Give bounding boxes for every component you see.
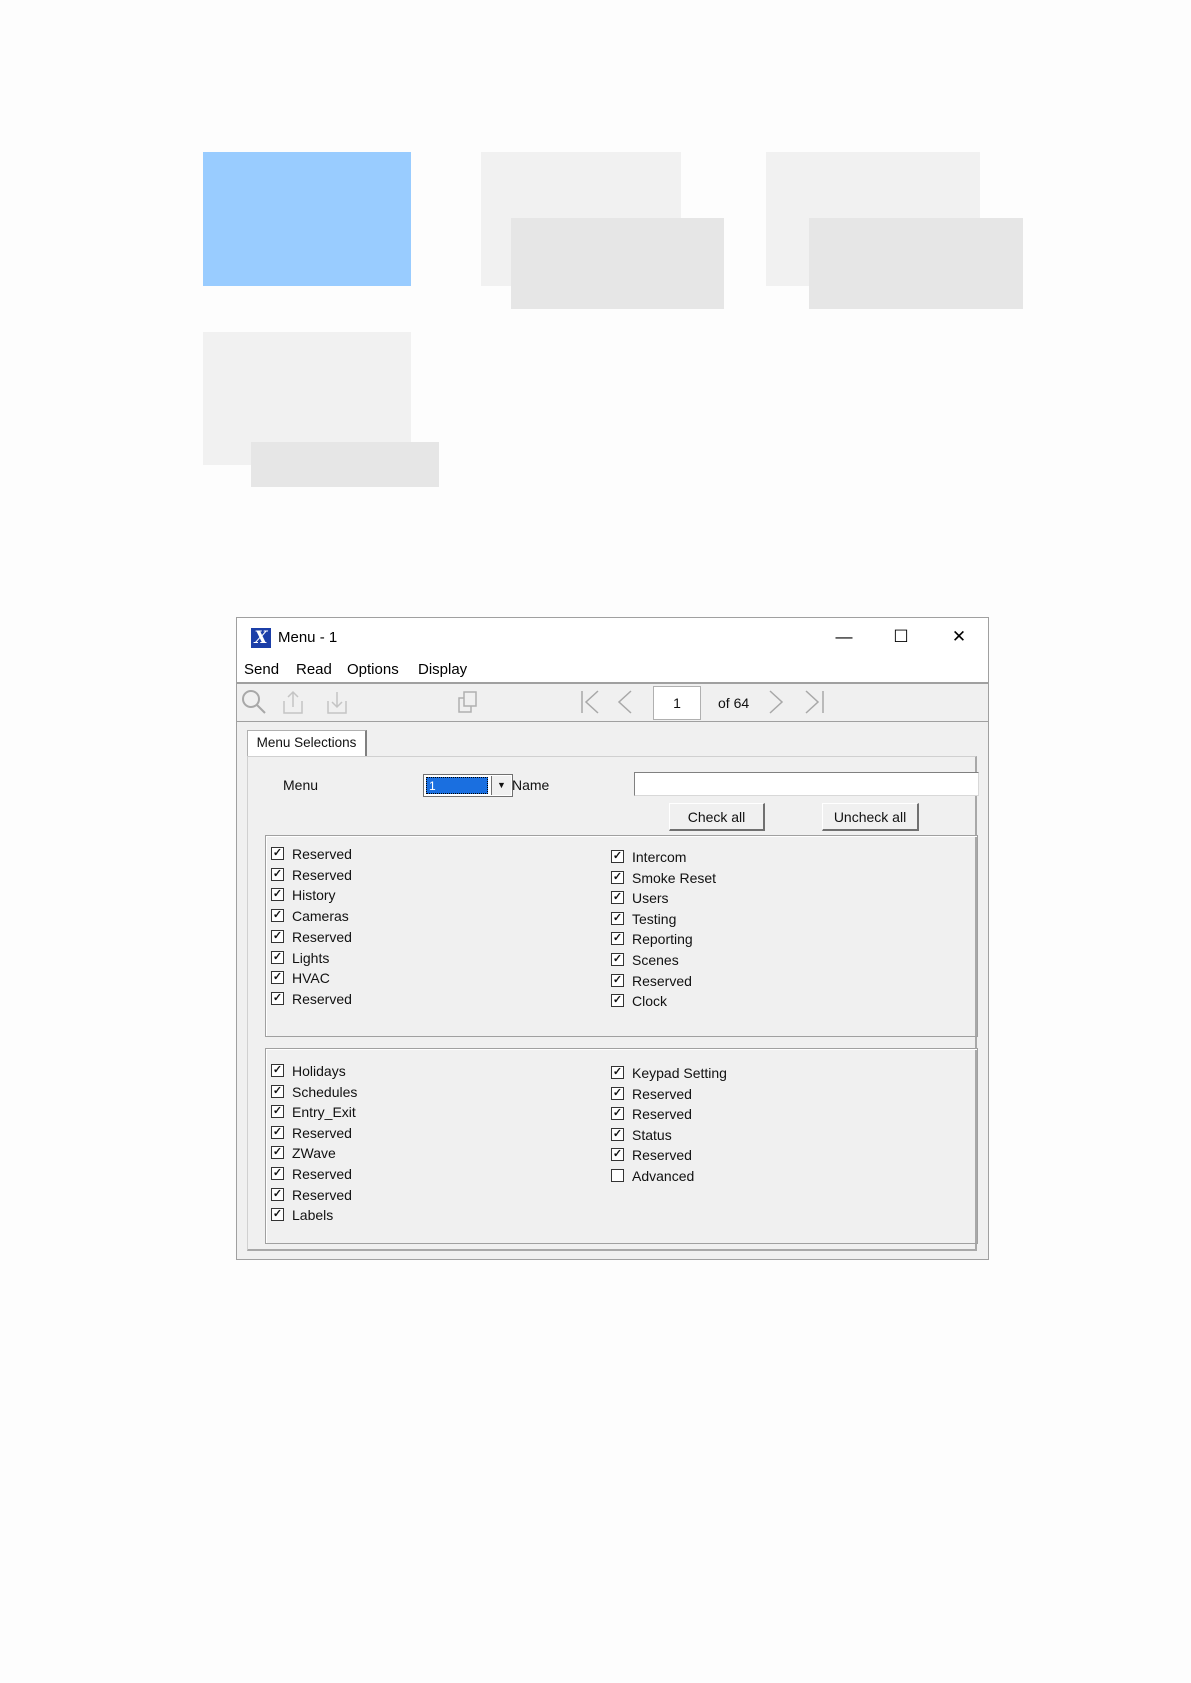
checkbox-label: Intercom <box>632 849 687 865</box>
checkbox-checked[interactable]: ✓ <box>271 909 284 923</box>
checkbox-label: HVAC <box>292 970 330 987</box>
checkbox-label: Advanced <box>632 1168 695 1184</box>
checkbox-label: Keypad Setting <box>632 1065 727 1081</box>
menu-select-value: 1 <box>426 777 488 794</box>
checkbox-label: Smoke Reset <box>632 869 717 886</box>
checkbox-checked[interactable]: ✓ <box>271 1167 284 1180</box>
title-bar[interactable]: X Menu - 1 — ☐ ✕ <box>237 618 988 657</box>
checkbox-label: Labels <box>292 1207 334 1224</box>
uncheck-all-button[interactable]: Uncheck all <box>822 803 919 831</box>
checkbox-checked[interactable]: ✓ <box>611 1127 624 1141</box>
checkbox-checked[interactable]: ✓ <box>611 953 624 966</box>
checkbox-label: Holidays <box>292 1063 346 1079</box>
menu-selections-panel: Menu 1 ▼ Name Check all Uncheck all ✓ Res… <box>247 756 979 1251</box>
checkbox-checked[interactable]: ✓ <box>611 1148 624 1162</box>
menu-label: Menu <box>283 777 319 793</box>
checkbox-checked[interactable]: ✓ <box>271 847 284 860</box>
checkbox-label: Reserved <box>292 1186 352 1203</box>
menu-read[interactable]: Read <box>296 661 332 678</box>
checkbox-label: Reserved <box>292 1166 352 1182</box>
last-page-icon[interactable] <box>801 689 827 715</box>
checkbox-checked[interactable]: ✓ <box>271 1064 284 1077</box>
checkbox-checked[interactable]: ✓ <box>271 867 284 881</box>
checkbox-label: Schedules <box>292 1083 358 1100</box>
upload-icon[interactable] <box>280 689 306 715</box>
checkbox-checked[interactable]: ✓ <box>611 932 624 946</box>
checkbox-label: Reserved <box>632 1106 692 1123</box>
checkbox-checked[interactable]: ✓ <box>271 1105 284 1119</box>
checkbox-label: Clock <box>632 993 668 1010</box>
checkbox-label: Reserved <box>292 1124 352 1141</box>
menu-bar: Send Read Options Display <box>237 657 988 684</box>
checkbox-checked[interactable]: ✓ <box>271 1084 284 1098</box>
checkbox-checked[interactable]: ✓ <box>271 950 284 964</box>
checkbox-checked[interactable]: ✓ <box>271 1208 284 1222</box>
highlight-block <box>203 152 411 286</box>
x-app-icon: X <box>251 628 271 648</box>
checkbox-label: Status <box>632 1126 672 1143</box>
placeholder-block <box>809 218 1023 309</box>
name-field[interactable] <box>634 772 979 796</box>
checkbox-checked[interactable]: ✓ <box>271 1125 284 1139</box>
checkbox-checked[interactable]: ✓ <box>271 1187 284 1201</box>
next-page-icon[interactable] <box>762 689 788 715</box>
checkbox-unchecked[interactable] <box>611 1169 624 1182</box>
toolbar: 1 of 64 <box>237 684 988 722</box>
checkbox-label: Testing <box>632 910 677 927</box>
maximize-button[interactable]: ☐ <box>878 622 924 652</box>
checkbox-checked[interactable]: ✓ <box>271 888 284 902</box>
download-icon[interactable] <box>324 689 350 715</box>
checkbox-label: History <box>292 887 336 904</box>
checkbox-checked[interactable]: ✓ <box>271 991 284 1005</box>
checkbox-label: ZWave <box>292 1145 336 1162</box>
checkbox-label: Reporting <box>632 931 693 948</box>
checkbox-checked[interactable]: ✓ <box>611 870 624 884</box>
first-page-icon[interactable] <box>577 689 603 715</box>
chevron-down-icon[interactable]: ▼ <box>491 776 511 795</box>
checkbox-checked[interactable]: ✓ <box>611 994 624 1008</box>
checkbox-checked[interactable]: ✓ <box>271 971 284 985</box>
checkbox-label: Reserved <box>292 866 352 883</box>
checkbox-checked[interactable]: ✓ <box>611 1086 624 1100</box>
placeholder-block <box>511 218 724 309</box>
checkbox-label: Reserved <box>632 972 692 989</box>
checkbox-label: Users <box>632 890 669 907</box>
checkbox-checked[interactable]: ✓ <box>271 929 284 943</box>
checkbox-checked[interactable]: ✓ <box>611 1107 624 1121</box>
checkbox-group-1: ✓ Reserved ✓ Reserved ✓ History ✓ Cameras ✓ Reser… <box>265 835 978 1037</box>
checkbox-label: Entry_Exit <box>292 1104 356 1121</box>
checkbox-label: Cameras <box>292 908 349 925</box>
minimize-button[interactable]: — <box>821 622 867 652</box>
checkbox-checked[interactable]: ✓ <box>611 891 624 905</box>
window-title: Menu - 1 <box>278 629 338 646</box>
checkbox-label: Reserved <box>292 990 352 1007</box>
tab-menu-selections[interactable]: Menu Selections <box>247 730 367 756</box>
checkbox-label: Reserved <box>632 1085 692 1102</box>
checkbox-checked[interactable]: ✓ <box>611 973 624 987</box>
menu-window: X Menu - 1 — ☐ ✕ Send Read Options Displ… <box>236 617 989 1260</box>
search-icon[interactable] <box>241 689 267 715</box>
copy-icon[interactable] <box>455 689 481 715</box>
checkbox-checked[interactable]: ✓ <box>611 850 624 863</box>
menu-send[interactable]: Send <box>244 661 279 678</box>
menu-options[interactable]: Options <box>347 661 399 678</box>
page-number-input[interactable]: 1 <box>653 686 701 720</box>
menu-display[interactable]: Display <box>418 661 467 678</box>
placeholder-block <box>251 442 439 487</box>
check-all-button[interactable]: Check all <box>669 803 765 831</box>
menu-select[interactable]: 1 ▼ <box>423 774 513 797</box>
name-label: Name <box>512 777 550 793</box>
checkbox-label: Scenes <box>632 952 679 968</box>
checkbox-label: Lights <box>292 949 330 966</box>
checkbox-label: Reserved <box>632 1147 692 1164</box>
checkbox-label: Reserved <box>292 846 352 862</box>
checkbox-checked[interactable]: ✓ <box>611 1066 624 1079</box>
page-count: of 64 <box>718 695 750 711</box>
checkbox-label: Reserved <box>292 928 352 945</box>
checkbox-checked[interactable]: ✓ <box>271 1146 284 1160</box>
close-button[interactable]: ✕ <box>936 622 982 652</box>
prev-page-icon[interactable] <box>613 689 639 715</box>
checkbox-group-2: ✓ Holidays ✓ Schedules ✓ Entry_Exit ✓ Reserved ✓… <box>265 1048 978 1244</box>
checkbox-checked[interactable]: ✓ <box>611 911 624 925</box>
